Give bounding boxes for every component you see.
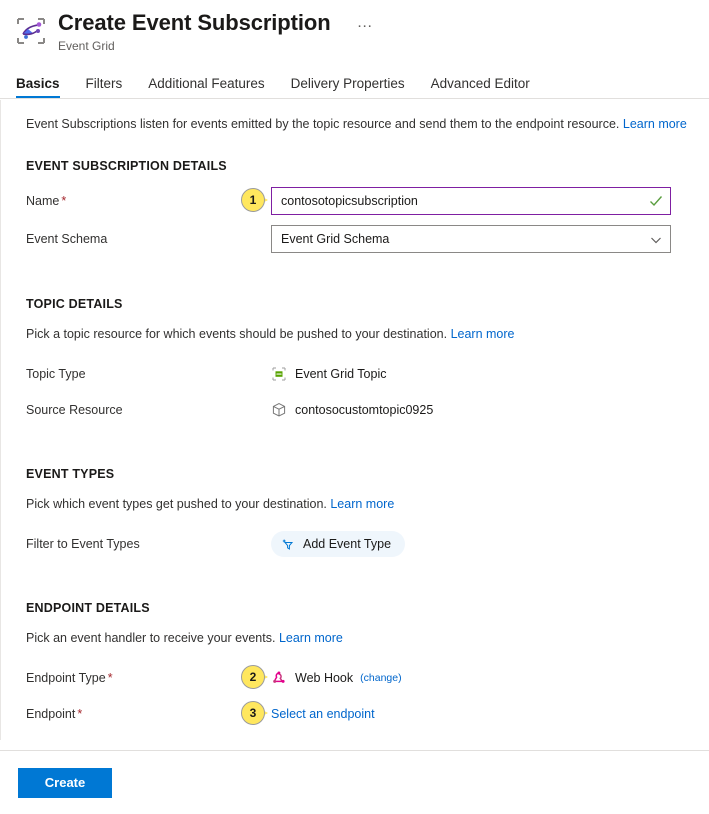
event-schema-select[interactable]: Event Grid Schema [271, 225, 671, 253]
required-marker: * [61, 194, 66, 208]
event-types-description: Pick which event types get pushed to you… [26, 495, 693, 513]
endpoint-details-description: Pick an event handler to receive your ev… [26, 629, 693, 647]
label-event-schema: Event Schema [26, 231, 271, 247]
tab-delivery-properties[interactable]: Delivery Properties [291, 76, 405, 98]
field-row-source-resource: Source Resource contosocustomtopic0925 [26, 397, 693, 423]
tab-bar: Basics Filters Additional Features Deliv… [0, 66, 709, 98]
endpoint-type-change-link[interactable]: (change) [360, 672, 401, 684]
resource-cube-icon [271, 402, 287, 418]
section-title-topic-details: TOPIC DETAILS [26, 297, 693, 311]
intro-text: Event Subscriptions listen for events em… [26, 115, 693, 133]
label-source-resource: Source Resource [26, 402, 271, 418]
event-schema-selected-value: Event Grid Schema [281, 232, 389, 246]
tab-basics[interactable]: Basics [16, 76, 60, 98]
event-types-description-text: Pick which event types get pushed to you… [26, 497, 327, 511]
section-title-subscription-details: EVENT SUBSCRIPTION DETAILS [26, 159, 693, 173]
field-row-event-schema: Event Schema Event Grid Schema [26, 225, 693, 253]
field-row-topic-type: Topic Type Event Grid Topic [26, 361, 693, 387]
intro-learn-more-link[interactable]: Learn more [623, 117, 687, 131]
form-footer: Create [0, 750, 709, 814]
form-content: Event Subscriptions listen for events em… [0, 99, 709, 727]
page-header: Create Event Subscription … Event Grid [0, 0, 709, 58]
topic-details-description: Pick a topic resource for which events s… [26, 325, 693, 343]
event-grid-icon [14, 14, 48, 48]
more-options-icon[interactable]: … [351, 13, 381, 33]
label-endpoint-type-text: Endpoint Type [26, 671, 106, 685]
source-resource-value: contosocustomtopic0925 [295, 403, 433, 417]
label-filter-to-event-types: Filter to Event Types [26, 536, 271, 552]
required-marker: * [77, 707, 82, 721]
label-name: Name* [26, 193, 271, 209]
label-endpoint-type: Endpoint Type* [26, 670, 271, 686]
label-endpoint: Endpoint* [26, 706, 271, 722]
create-button[interactable]: Create [18, 768, 112, 798]
endpoint-details-description-text: Pick an event handler to receive your ev… [26, 631, 275, 645]
tab-filters[interactable]: Filters [86, 76, 123, 98]
select-an-endpoint-link[interactable]: Select an endpoint [271, 707, 375, 721]
event-types-learn-more-link[interactable]: Learn more [330, 497, 394, 511]
field-row-name: Name* 1 [26, 187, 693, 215]
event-grid-topic-icon [271, 366, 287, 382]
web-hook-icon [271, 670, 287, 686]
topic-details-learn-more-link[interactable]: Learn more [451, 327, 515, 341]
topic-details-description-text: Pick a topic resource for which events s… [26, 327, 447, 341]
create-event-subscription-page: Create Event Subscription … Event Grid B… [0, 0, 709, 814]
tab-advanced-editor[interactable]: Advanced Editor [431, 76, 530, 98]
add-event-type-button[interactable]: Add Event Type [271, 531, 405, 557]
field-row-filter-event-types: Filter to Event Types Add Event Type [26, 531, 693, 557]
label-name-text: Name [26, 194, 59, 208]
left-edge-rule [0, 100, 1, 740]
add-event-type-button-label: Add Event Type [303, 537, 391, 551]
page-title: Create Event Subscription [58, 10, 331, 36]
section-title-event-types: EVENT TYPES [26, 467, 693, 481]
field-row-endpoint: Endpoint* 3 Select an endpoint [26, 701, 693, 727]
intro-description: Event Subscriptions listen for events em… [26, 117, 619, 131]
endpoint-details-learn-more-link[interactable]: Learn more [279, 631, 343, 645]
required-marker: * [108, 671, 113, 685]
section-title-endpoint-details: ENDPOINT DETAILS [26, 601, 693, 615]
filter-add-icon [281, 537, 296, 552]
label-endpoint-text: Endpoint [26, 707, 75, 721]
page-subtitle: Event Grid [58, 39, 381, 53]
name-input[interactable] [271, 187, 671, 215]
label-topic-type: Topic Type [26, 366, 271, 382]
topic-type-value: Event Grid Topic [295, 367, 386, 381]
field-row-endpoint-type: Endpoint Type* 2 [26, 665, 693, 691]
tab-additional-features[interactable]: Additional Features [148, 76, 264, 98]
endpoint-type-value: Web Hook [295, 671, 353, 685]
